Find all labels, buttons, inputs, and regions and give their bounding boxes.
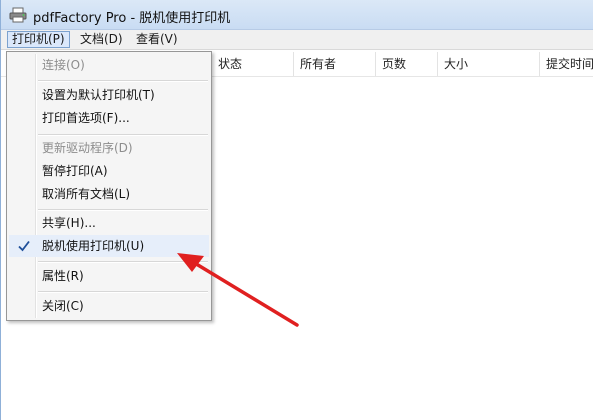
menu-separator	[38, 209, 208, 211]
column-header-submitted[interactable]: 提交时间	[539, 52, 593, 76]
title-bar[interactable]: pdfFactory Pro - 脱机使用打印机	[1, 0, 593, 30]
menu-item-close[interactable]: 关闭(C)	[9, 295, 209, 317]
column-header-status[interactable]: 状态	[211, 52, 293, 76]
menu-separator	[38, 291, 208, 293]
menu-item-share[interactable]: 共享(H)...	[9, 212, 209, 234]
menu-separator	[38, 134, 208, 136]
window-title: pdfFactory Pro - 脱机使用打印机	[33, 11, 231, 26]
menu-item-cancel-all[interactable]: 取消所有文档(L)	[9, 183, 209, 205]
menu-item-update-driver: 更新驱动程序(D)	[42, 141, 133, 155]
printer-icon	[9, 7, 27, 23]
menu-separator	[38, 80, 208, 82]
check-icon	[18, 240, 30, 252]
column-header-size[interactable]: 大小	[437, 52, 539, 76]
menu-view[interactable]: 查看(V)	[132, 31, 182, 48]
column-header-pages[interactable]: 页数	[375, 52, 437, 76]
menu-item-properties[interactable]: 属性(R)	[9, 265, 209, 287]
menu-document[interactable]: 文档(D)	[76, 31, 127, 48]
menu-printer[interactable]: 打印机(P)	[7, 31, 70, 48]
printer-menu: 连接(O) 设置为默认打印机(T) 打印首选项(F)... 更新驱动程序(D) …	[6, 51, 212, 321]
menu-separator	[38, 261, 208, 263]
menu-item-set-default[interactable]: 设置为默认打印机(T)	[9, 84, 209, 106]
menu-item-pause[interactable]: 暂停打印(A)	[9, 160, 209, 182]
menu-item-connect: 连接(O)	[42, 58, 85, 72]
menu-item-use-offline-label: 脱机使用打印机(U)	[42, 239, 145, 253]
app-window: pdfFactory Pro - 脱机使用打印机 打印机(P) 文档(D) 查看…	[0, 0, 593, 420]
menu-item-preferences[interactable]: 打印首选项(F)...	[9, 107, 209, 129]
menu-item-use-offline[interactable]: 脱机使用打印机(U)	[9, 235, 209, 257]
column-header-owner[interactable]: 所有者	[293, 52, 375, 76]
menu-bar: 打印机(P) 文档(D) 查看(V)	[1, 30, 593, 50]
